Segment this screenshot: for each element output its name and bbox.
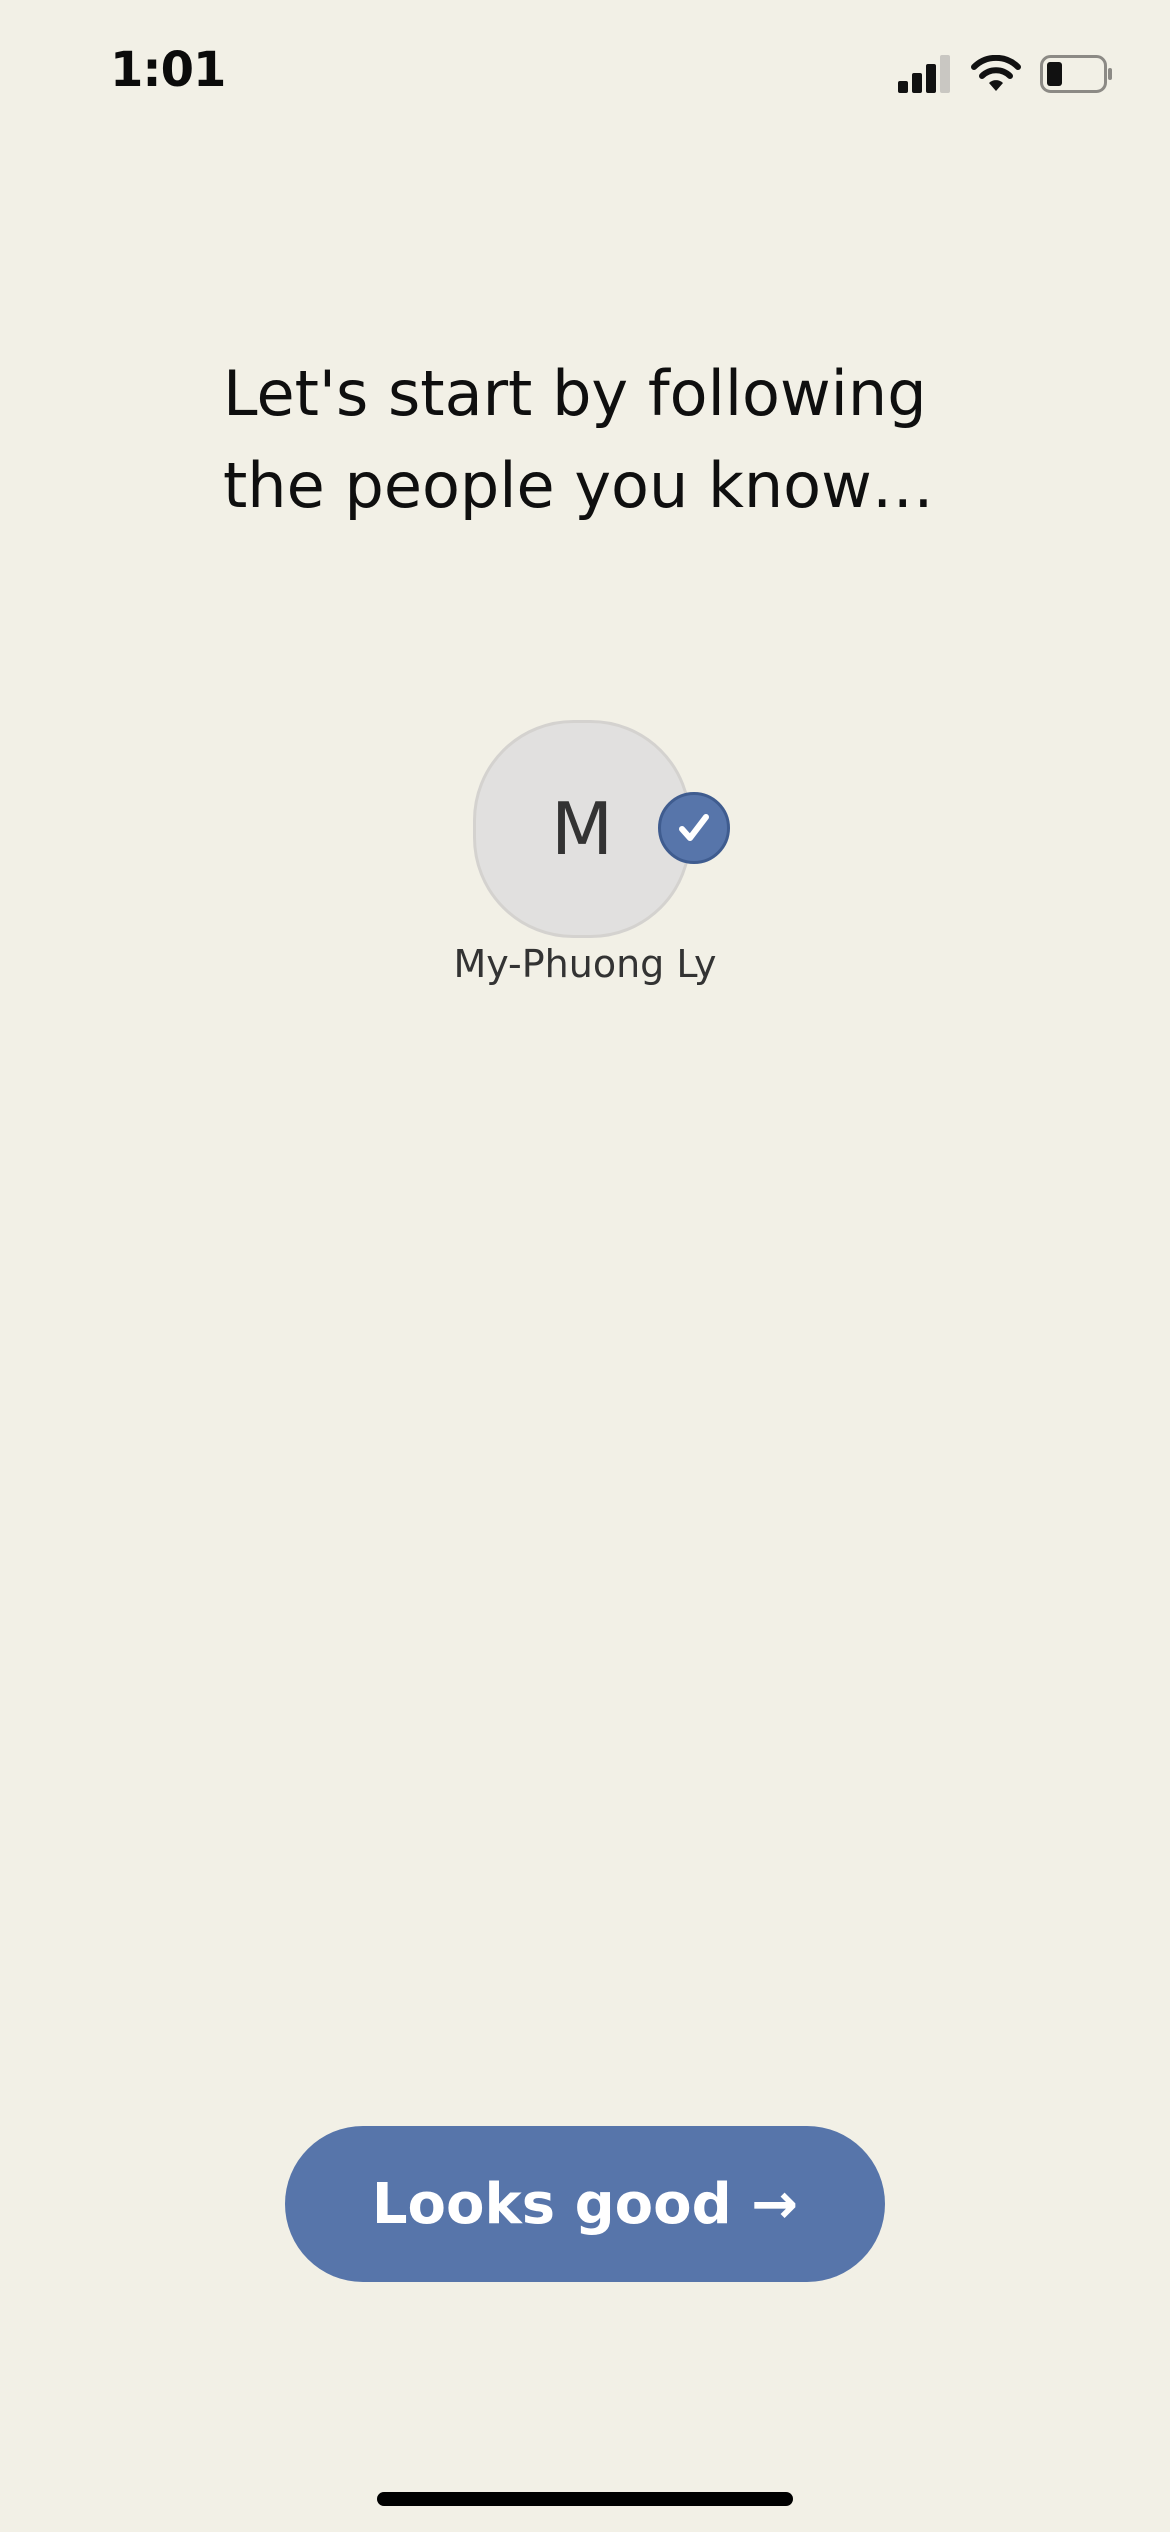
home-indicator[interactable] bbox=[377, 2492, 793, 2506]
selected-badge[interactable] bbox=[658, 792, 730, 864]
checkmark-icon bbox=[679, 814, 709, 841]
status-bar: 1:01 bbox=[0, 0, 1170, 150]
heading-line-2: the people you know… bbox=[223, 449, 934, 522]
heading-line-1: Let's start by following bbox=[223, 357, 927, 430]
status-time: 1:01 bbox=[110, 42, 226, 98]
onboarding-heading: Let's start by following the people you … bbox=[223, 348, 983, 532]
person-card[interactable]: M My-Phuong Ly bbox=[420, 716, 750, 1006]
person-name: My-Phuong Ly bbox=[453, 942, 717, 986]
status-icons bbox=[898, 52, 1114, 96]
looks-good-button[interactable]: Looks good → bbox=[285, 2126, 885, 2282]
signal-icon bbox=[898, 55, 950, 93]
wifi-icon bbox=[971, 55, 1021, 91]
battery-icon bbox=[1040, 55, 1112, 93]
